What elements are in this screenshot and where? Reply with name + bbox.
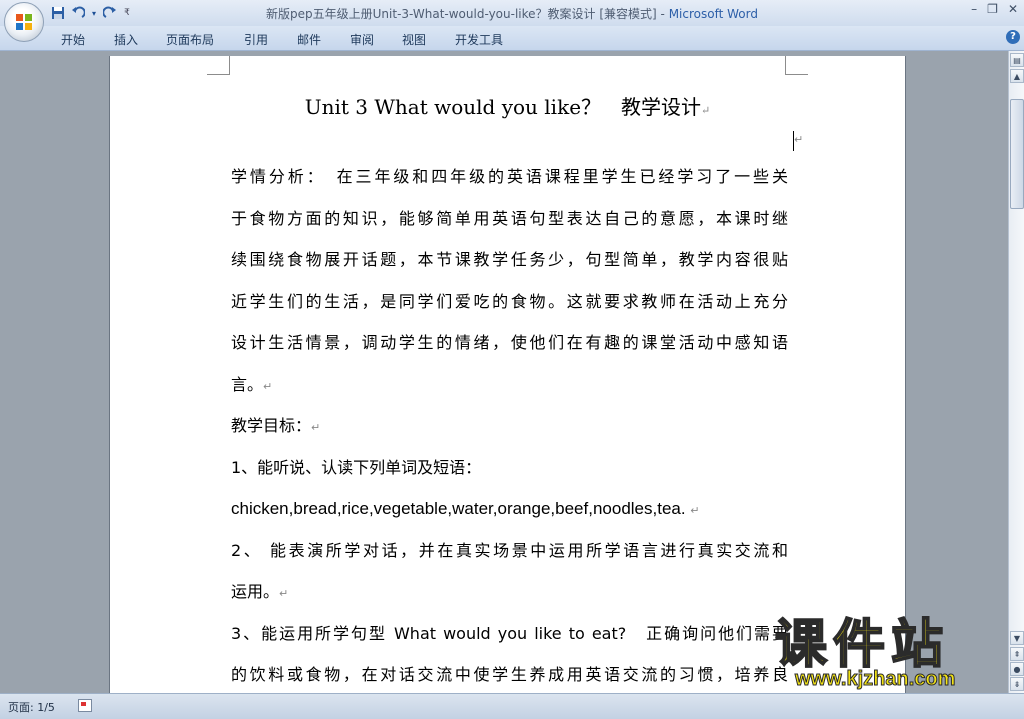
text-line: 运用。↵ — [231, 581, 788, 623]
macro-recording-icon[interactable] — [78, 699, 92, 712]
paragraph-mark: ↵ — [794, 133, 804, 146]
title-separator: - — [656, 7, 669, 21]
close-icon[interactable]: ✕ — [1008, 2, 1018, 16]
restore-icon[interactable]: ❐ — [987, 2, 998, 16]
tab-references[interactable]: 引用 — [244, 31, 268, 48]
document-area: Unit 3 What would you like？ 教学设计↵ ↵ 学情分析… — [0, 51, 1008, 693]
next-page-icon[interactable]: ⇟ — [1010, 677, 1024, 691]
page-count[interactable]: 页面: 1/5 — [8, 699, 55, 715]
previous-page-icon[interactable]: ⇞ — [1010, 647, 1024, 661]
tab-review[interactable]: 审阅 — [350, 31, 374, 48]
text-line: 教学目标：↵ — [231, 415, 788, 457]
text-line: 3、能运用所学句型 What would you like to eat? 正确… — [231, 623, 788, 643]
paragraph-mark: ↵ — [311, 421, 321, 434]
word-list: chicken,bread,rice,vegetable,water,orang… — [231, 499, 686, 518]
watermark-logo: 课件站 www.kjzhan.com — [774, 615, 956, 691]
ribbon-tabs: 开始 插入 页面布局 引用 邮件 审阅 视图 开发工具 ? — [0, 26, 1024, 51]
text-line: 设计生活情景，调动学生的情绪，使他们在有趣的课堂活动中感知语 — [231, 333, 788, 352]
tab-page-layout[interactable]: 页面布局 — [166, 31, 214, 48]
text-line: 的饮料或食物，在对话交流中使学生养成用英语交流的习惯，培养良 — [231, 665, 788, 684]
document-page[interactable]: Unit 3 What would you like？ 教学设计↵ ↵ 学情分析… — [109, 56, 906, 693]
text-line: 续围绕食物展开话题，本节课教学任务少，句型简单，教学内容很贴 — [231, 250, 788, 269]
scrollbar-thumb[interactable] — [1010, 99, 1024, 209]
paragraph-mark: ↵ — [263, 379, 273, 393]
vertical-scrollbar[interactable]: ▤ ▲ ▼ ⇞ ● ⇟ — [1008, 51, 1024, 693]
line-text: 运用。 — [231, 582, 280, 601]
line-text: 言。 — [231, 374, 264, 394]
status-bar: 页面: 1/5 — [0, 693, 1024, 719]
paragraph-mark: ↵ — [701, 104, 711, 117]
crop-mark-top-right — [785, 56, 808, 75]
watermark-url: www.kjzhan.com — [794, 668, 956, 691]
text-line: 于食物方面的知识，能够简单用英语句型表达自己的意愿，本课时继 — [231, 208, 788, 228]
scroll-up-icon[interactable]: ▲ — [1010, 69, 1024, 83]
crop-mark-top-left — [207, 56, 230, 75]
browse-object-icon[interactable]: ● — [1010, 662, 1024, 676]
app-name: Microsoft Word — [668, 7, 758, 21]
paragraph-mark: ↵ — [690, 505, 700, 517]
help-icon[interactable]: ? — [1006, 30, 1020, 44]
ruler-toggle-icon[interactable]: ▤ — [1010, 53, 1024, 67]
window-title: 新版pep五年级上册Unit-3-What-would-you-like？教案设… — [0, 5, 1024, 22]
office-logo-icon — [16, 14, 32, 30]
text-line: 学情分析： 在三年级和四年级的英语课程里学生已经学习了一些关 — [231, 167, 788, 186]
tab-view[interactable]: 视图 — [402, 31, 426, 48]
document-name: 新版pep五年级上册Unit-3-What-would-you-like？教案设… — [266, 7, 657, 21]
title-bar: ▾ ₹ 新版pep五年级上册Unit-3-What-would-you-like… — [0, 0, 1024, 26]
paragraph-mark: ↵ — [279, 587, 289, 600]
text-line: 近学生们的生活，是同学们爱吃的食物。这就要求教师在活动上充分 — [231, 291, 788, 311]
document-body: 学情分析： 在三年级和四年级的英语课程里学生已经学习了一些关 于食物方面的知识，… — [231, 166, 788, 693]
tab-home[interactable]: 开始 — [61, 31, 85, 48]
document-title: Unit 3 What would you like？ 教学设计↵ — [110, 91, 905, 120]
text-line: 2、 能表演所学对话，并在真实场景中运用所学语言进行真实交流和 — [231, 540, 788, 560]
tab-insert[interactable]: 插入 — [114, 31, 138, 48]
office-button[interactable] — [4, 2, 44, 42]
watermark-text: 课件站 — [774, 615, 950, 675]
text-line: 言。↵ — [231, 374, 788, 416]
tab-developer[interactable]: 开发工具 — [455, 31, 503, 48]
text-line: chicken,bread,rice,vegetable,water,orang… — [231, 498, 788, 540]
text-line: 1、能听说、认读下列单词及短语： — [231, 457, 482, 477]
window-controls: – ❐ ✕ — [971, 2, 1018, 16]
scroll-down-icon[interactable]: ▼ — [1010, 631, 1024, 645]
document-title-text: Unit 3 What would you like？ 教学设计 — [304, 95, 702, 119]
tab-mailings[interactable]: 邮件 — [297, 31, 321, 48]
minimize-icon[interactable]: – — [971, 2, 977, 16]
section-heading: 教学目标： — [231, 416, 312, 435]
